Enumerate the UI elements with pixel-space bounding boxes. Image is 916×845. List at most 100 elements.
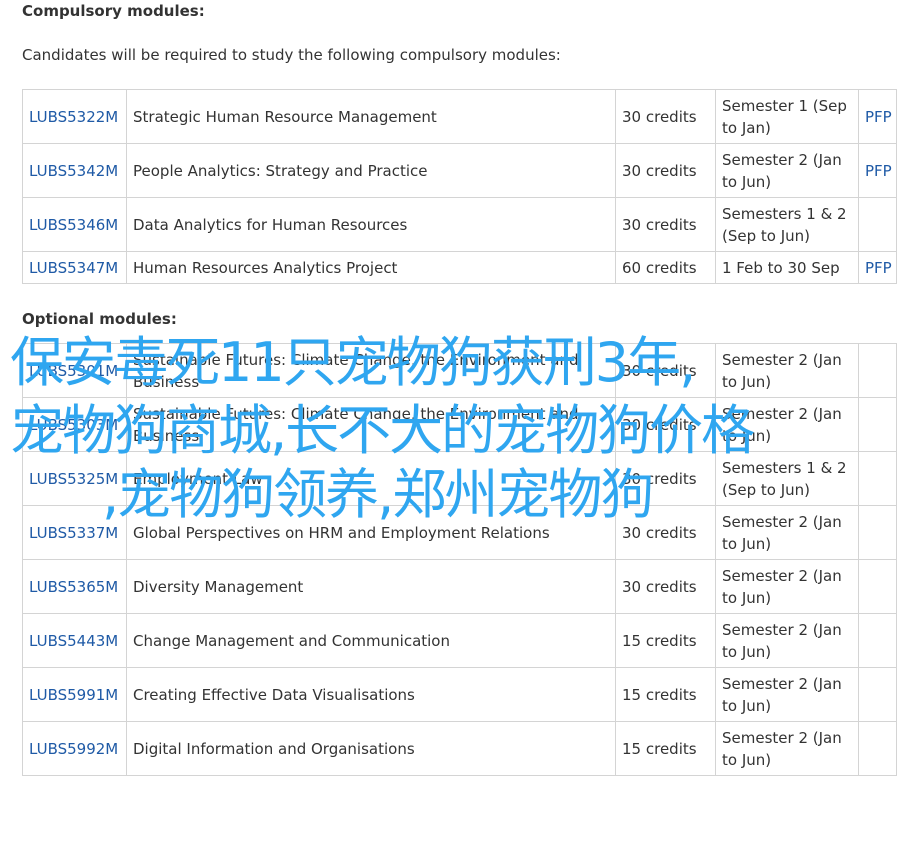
cell-credits: 15 credits [615, 721, 716, 776]
cell-code: LUBS5991M [22, 667, 127, 722]
module-code-link[interactable]: LUBS5325M [29, 470, 118, 488]
module-semester: Semester 1 (Sep to Jan) [722, 96, 847, 137]
module-title: Strategic Human Resource Management [133, 107, 437, 126]
module-credits: 30 credits [622, 415, 697, 434]
cell-title: Sustainable Futures: Climate Change, the… [126, 397, 616, 452]
module-code-link[interactable]: LUBS5301M [29, 362, 118, 380]
module-row: LUBS5347M Human Resources Analytics Proje… [22, 251, 897, 284]
cell-semester: Semester 1 (Sep to Jan) [715, 89, 859, 144]
module-semester: Semester 2 (Jan to Jun) [722, 404, 842, 445]
cell-title: Data Analytics for Human Resources [126, 197, 616, 252]
module-code-link[interactable]: LUBS5322M [29, 108, 118, 126]
module-semester: Semester 2 (Jan to Jun) [722, 674, 842, 715]
optional-table: LUBS5301M Sustainable Futures: Climate Ch… [22, 343, 897, 776]
cell-pfp [858, 451, 897, 506]
cell-semester: Semesters 1 & 2 (Sep to Jun) [715, 197, 859, 252]
module-row: LUBS5337M Global Perspectives on HRM and … [22, 505, 897, 560]
module-code-link[interactable]: LUBS5443M [29, 632, 118, 650]
cell-credits: 30 credits [615, 397, 716, 452]
module-row: LUBS5301M Sustainable Futures: Climate Ch… [22, 343, 897, 398]
cell-code: LUBS5301M [22, 343, 127, 398]
cell-title: Strategic Human Resource Management [126, 89, 616, 144]
module-credits: 15 credits [622, 631, 697, 650]
module-semester: Semesters 1 & 2 (Sep to Jun) [722, 204, 847, 245]
module-code-link[interactable]: LUBS5347M [29, 259, 118, 277]
module-title: Global Perspectives on HRM and Employmen… [133, 523, 550, 542]
cell-credits: 30 credits [615, 451, 716, 506]
cell-credits: 30 credits [615, 197, 716, 252]
module-semester: Semesters 1 & 2 (Sep to Jun) [722, 458, 847, 499]
module-credits: 15 credits [622, 685, 697, 704]
cell-code: LUBS5322M [22, 89, 127, 144]
cell-pfp [858, 559, 897, 614]
cell-credits: 15 credits [615, 667, 716, 722]
cell-title: People Analytics: Strategy and Practice [126, 143, 616, 198]
cell-code: LUBS5337M [22, 505, 127, 560]
cell-pfp [858, 197, 897, 252]
module-semester: Semester 2 (Jan to Jun) [722, 150, 842, 191]
cell-credits: 60 credits [615, 251, 716, 284]
cell-semester: Semesters 1 & 2 (Sep to Jun) [715, 451, 859, 506]
module-semester: Semester 2 (Jan to Jun) [722, 350, 842, 391]
cell-semester: 1 Feb to 30 Sep [715, 251, 859, 284]
module-code-link[interactable]: LUBS5365M [29, 578, 118, 596]
cell-pfp: PFP [858, 143, 897, 198]
module-pfp-link[interactable]: PFP [865, 108, 892, 126]
cell-code: LUBS5303M [22, 397, 127, 452]
cell-semester: Semester 2 (Jan to Jun) [715, 559, 859, 614]
cell-pfp: PFP [858, 89, 897, 144]
module-code-link[interactable]: LUBS5342M [29, 162, 118, 180]
module-pfp-link[interactable]: PFP [865, 259, 892, 277]
cell-semester: Semester 2 (Jan to Jun) [715, 667, 859, 722]
cell-code: LUBS5346M [22, 197, 127, 252]
cell-pfp: PFP [858, 251, 897, 284]
module-credits: 30 credits [622, 361, 697, 380]
module-pfp-link[interactable]: PFP [865, 162, 892, 180]
cell-semester: Semester 2 (Jan to Jun) [715, 613, 859, 668]
module-code-link[interactable]: LUBS5303M [29, 416, 118, 434]
cell-title: Global Perspectives on HRM and Employmen… [126, 505, 616, 560]
module-code-link[interactable]: LUBS5992M [29, 740, 118, 758]
cell-credits: 15 credits [615, 613, 716, 668]
module-credits: 30 credits [622, 161, 697, 180]
module-credits: 30 credits [622, 215, 697, 234]
cell-credits: 30 credits [615, 559, 716, 614]
module-row: LUBS5342M People Analytics: Strategy and … [22, 143, 897, 198]
module-title: Human Resources Analytics Project [133, 258, 398, 277]
module-row: LUBS5346M Data Analytics for Human Resour… [22, 197, 897, 252]
cell-code: LUBS5443M [22, 613, 127, 668]
module-title: People Analytics: Strategy and Practice [133, 161, 428, 180]
cell-title: Human Resources Analytics Project [126, 251, 616, 284]
module-title: Employment Law [133, 469, 263, 488]
module-title: Creating Effective Data Visualisations [133, 685, 415, 704]
module-code-link[interactable]: LUBS5337M [29, 524, 118, 542]
module-title: Sustainable Futures: Climate Change, the… [133, 404, 579, 445]
module-code-link[interactable]: LUBS5991M [29, 686, 118, 704]
module-row: LUBS5303M Sustainable Futures: Climate Ch… [22, 397, 897, 452]
module-title: Diversity Management [133, 577, 304, 596]
module-title: Digital Information and Organisations [133, 739, 415, 758]
module-row: LUBS5992M Digital Information and Organis… [22, 721, 897, 776]
module-credits: 60 credits [622, 258, 697, 277]
compulsory-table: LUBS5322M Strategic Human Resource Manage… [22, 89, 897, 284]
module-row: LUBS5443M Change Management and Communica… [22, 613, 897, 668]
module-credits: 15 credits [622, 739, 697, 758]
cell-pfp [858, 397, 897, 452]
cell-code: LUBS5342M [22, 143, 127, 198]
cell-code: LUBS5365M [22, 559, 127, 614]
module-title: Sustainable Futures: Climate Change, the… [133, 350, 579, 391]
module-row: LUBS5322M Strategic Human Resource Manage… [22, 89, 897, 144]
optional-heading: Optional modules: [22, 310, 177, 328]
module-credits: 30 credits [622, 577, 697, 596]
cell-pfp [858, 667, 897, 722]
module-credits: 30 credits [622, 469, 697, 488]
cell-title: Diversity Management [126, 559, 616, 614]
module-row: LUBS5991M Creating Effective Data Visuali… [22, 667, 897, 722]
cell-credits: 30 credits [615, 89, 716, 144]
module-code-link[interactable]: LUBS5346M [29, 216, 118, 234]
cell-semester: Semester 2 (Jan to Jun) [715, 721, 859, 776]
module-semester: Semester 2 (Jan to Jun) [722, 620, 842, 661]
cell-credits: 30 credits [615, 143, 716, 198]
module-title: Change Management and Communication [133, 631, 450, 650]
compulsory-heading: Compulsory modules: [22, 2, 205, 20]
